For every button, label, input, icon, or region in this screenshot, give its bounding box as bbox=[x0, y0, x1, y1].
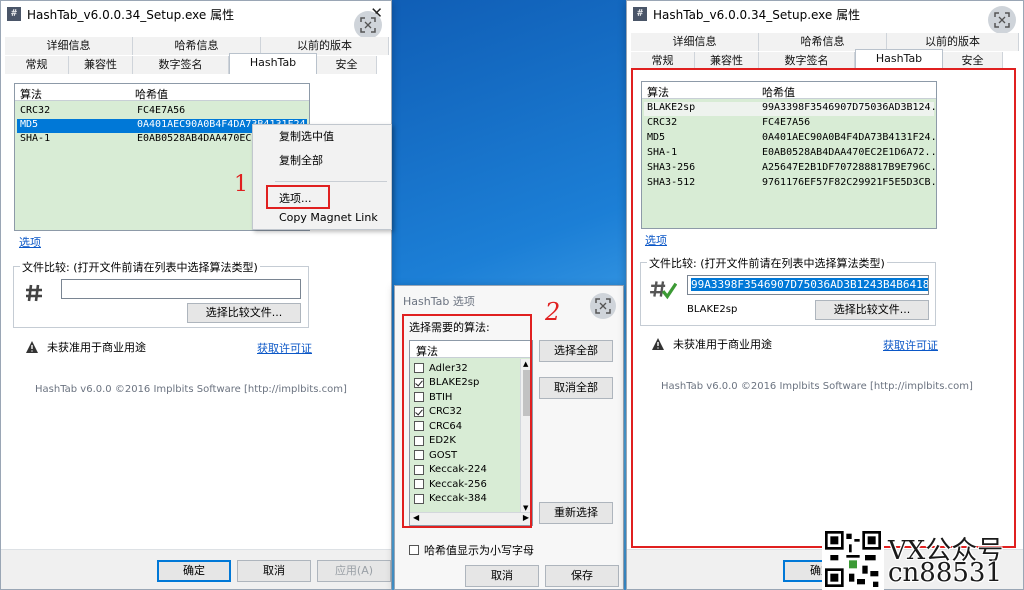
annotation-box-algorithms bbox=[402, 314, 532, 528]
file-compare-group: 文件比较: (打开文件前请在列表中选择算法类型) 选择比较文件... bbox=[13, 259, 309, 328]
dialog-button-bar: 确定 取消 应用(A) bbox=[1, 549, 391, 589]
options-cancel-button[interactable]: 取消 bbox=[465, 565, 539, 587]
ok-button[interactable]: 确定 bbox=[157, 560, 231, 582]
hash-list-header: 算法 哈希值 bbox=[15, 84, 309, 101]
scan-icon[interactable] bbox=[988, 6, 1016, 34]
annotation-box-hashtab-panel bbox=[631, 68, 1016, 548]
tab-general[interactable]: 常规 bbox=[5, 56, 69, 74]
scan-icon[interactable] bbox=[354, 11, 382, 39]
tab-details[interactable]: 详细信息 bbox=[5, 37, 133, 55]
watermark-line2: cn88531 bbox=[888, 558, 1003, 588]
options-save-button[interactable]: 保存 bbox=[545, 565, 619, 587]
menu-separator bbox=[275, 181, 387, 182]
tab-hashtab[interactable]: HashTab bbox=[229, 53, 317, 74]
annotation-number-2: 2 bbox=[545, 298, 561, 326]
tabs-bottom-row: 常规 兼容性 数字签名 HashTab 安全 bbox=[5, 53, 389, 74]
annotation-number-1: 1 bbox=[234, 172, 248, 197]
file-compare-label: 文件比较: (打开文件前请在列表中选择算法类型) bbox=[20, 259, 260, 275]
choose-compare-file-button[interactable]: 选择比较文件... bbox=[187, 303, 301, 323]
menu-copy-magnet-link[interactable]: Copy Magnet Link bbox=[253, 208, 391, 228]
reselect-button[interactable]: 重新选择 bbox=[539, 502, 613, 524]
options-dialog-title: HashTab 选项 bbox=[403, 295, 475, 308]
tab-security[interactable]: 安全 bbox=[317, 56, 377, 74]
deselect-all-button[interactable]: 取消全部 bbox=[539, 377, 613, 399]
column-algorithm[interactable]: 算法 bbox=[20, 86, 42, 102]
get-license-link[interactable]: 获取许可证 bbox=[257, 340, 312, 356]
hashtab-app-icon: # bbox=[7, 7, 21, 21]
lowercase-option[interactable]: 哈希值显示为小写字母 bbox=[409, 542, 534, 558]
tab-compatibility[interactable]: 兼容性 bbox=[69, 56, 133, 74]
scan-icon[interactable] bbox=[590, 293, 616, 319]
qr-code-pattern bbox=[825, 531, 881, 587]
warning-text: 未获准用于商业用途 bbox=[47, 341, 146, 354]
license-warning: 未获准用于商业用途 bbox=[25, 339, 146, 355]
hashtab-app-icon: # bbox=[633, 7, 647, 21]
tab-hashtab[interactable]: HashTab bbox=[855, 49, 943, 70]
tabs-top-row: 详细信息 哈希信息 以前的版本 bbox=[631, 33, 1019, 51]
properties-window-left: # HashTab_v6.0.0.34_Setup.exe 属性 ✕ 详细信息 … bbox=[0, 0, 392, 590]
compare-hash-input[interactable] bbox=[61, 279, 301, 299]
cancel-button[interactable]: 取消 bbox=[237, 560, 311, 582]
window-title: HashTab_v6.0.0.34_Setup.exe 属性 bbox=[27, 7, 235, 22]
title-bar[interactable]: # HashTab_v6.0.0.34_Setup.exe 属性 bbox=[627, 1, 1023, 27]
table-row[interactable]: CRC32 FC4E7A56 bbox=[17, 105, 307, 119]
column-hash[interactable]: 哈希值 bbox=[135, 86, 168, 102]
title-bar[interactable]: # HashTab_v6.0.0.34_Setup.exe 属性 ✕ bbox=[1, 1, 391, 27]
annotation-box-options bbox=[266, 185, 330, 209]
warning-icon bbox=[26, 341, 38, 353]
qr-code-image bbox=[822, 528, 884, 590]
select-all-button[interactable]: 选择全部 bbox=[539, 340, 613, 362]
window-title: HashTab_v6.0.0.34_Setup.exe 属性 bbox=[653, 7, 861, 22]
footer-copyright: HashTab v6.0.0 ©2016 Implbits Software [… bbox=[35, 384, 347, 395]
context-menu: 复制选中值 复制全部 选项... Copy Magnet Link bbox=[252, 124, 392, 230]
options-link[interactable]: 选项 bbox=[19, 234, 41, 250]
tab-details[interactable]: 详细信息 bbox=[631, 33, 759, 51]
tabs-top-row: 详细信息 哈希信息 以前的版本 bbox=[5, 37, 389, 55]
hash-symbol-icon bbox=[26, 284, 42, 302]
menu-copy-all[interactable]: 复制全部 bbox=[253, 151, 391, 171]
menu-copy-selected[interactable]: 复制选中值 bbox=[253, 127, 391, 147]
lowercase-checkbox[interactable] bbox=[409, 545, 419, 555]
tab-digital-signature[interactable]: 数字签名 bbox=[133, 56, 229, 74]
lowercase-label: 哈希值显示为小写字母 bbox=[424, 544, 534, 557]
apply-button[interactable]: 应用(A) bbox=[317, 560, 391, 582]
